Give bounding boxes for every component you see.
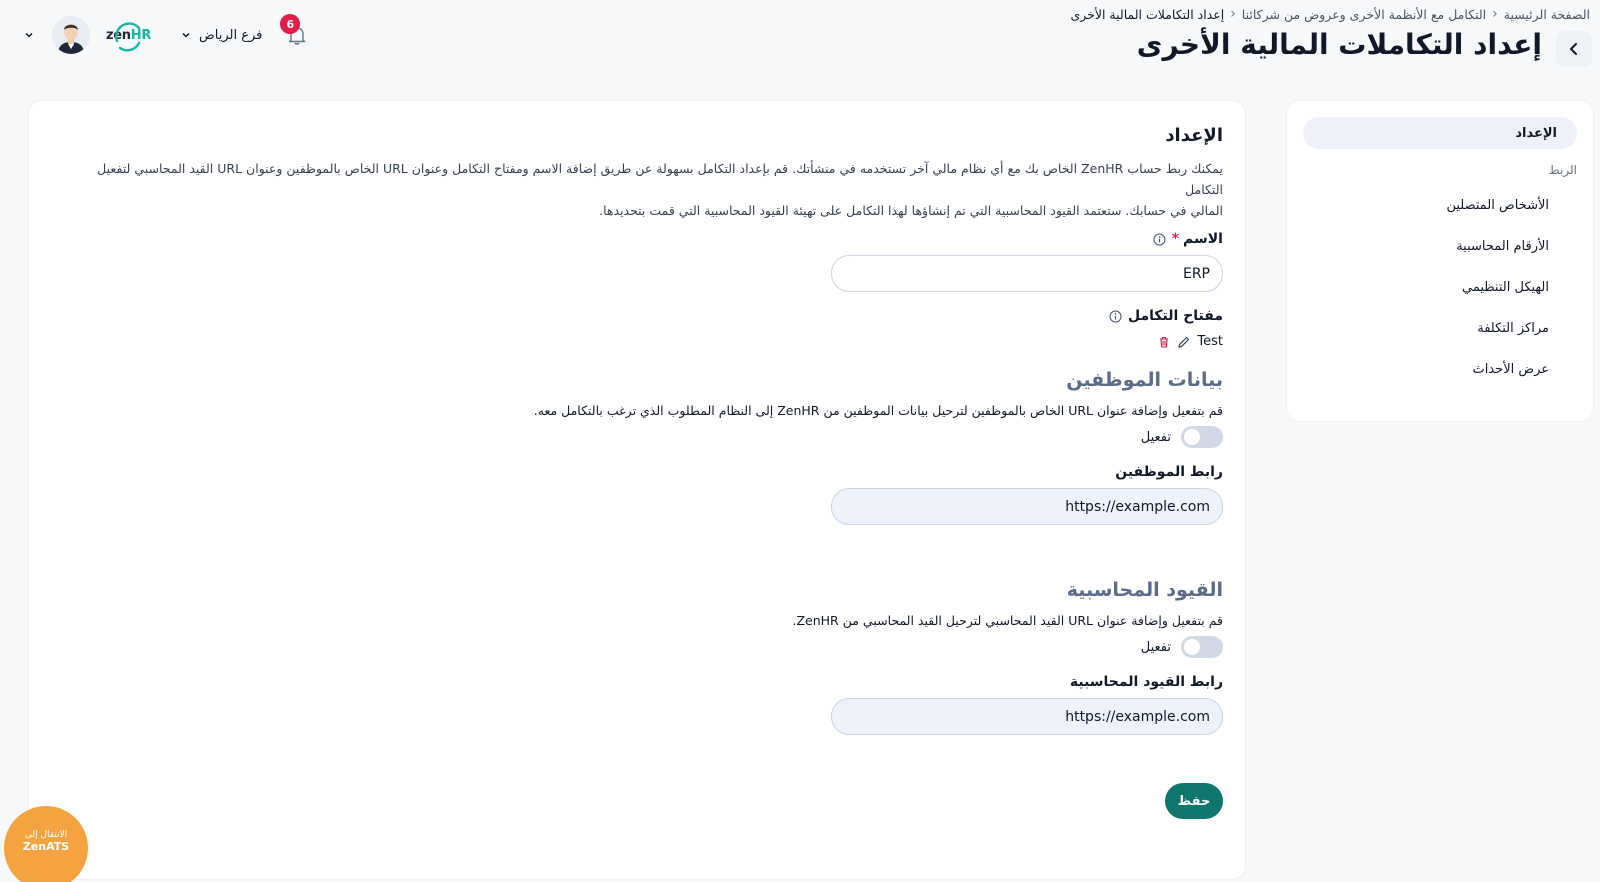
breadcrumb-current: إعداد التكاملات المالية الأخرى xyxy=(1070,6,1225,22)
sidebar-item-org-structure[interactable]: الهيكل التنظيمي xyxy=(1303,267,1577,308)
back-button[interactable] xyxy=(1556,31,1592,67)
setup-panel: الإعداد يمكنك ربط حساب ZenHR الخاص بك مع… xyxy=(28,100,1246,880)
chevron-left-icon: ‹ xyxy=(1492,6,1498,22)
integration-key-label: مفتاح التكامل xyxy=(75,308,1223,324)
chevron-left-icon: ‹ xyxy=(1230,6,1236,22)
logo-ring-icon xyxy=(115,21,141,51)
sidebar-item-account-numbers[interactable]: الأرقام المحاسبية xyxy=(1303,226,1577,267)
breadcrumb: الصفحة الرئيسية ‹ التكامل مع الأنظمة الأ… xyxy=(1070,6,1590,22)
employees-description: قم بتفعيل وإضافة عنوان URL الخاص بالموظف… xyxy=(533,403,1223,418)
sidebar-item-cost-centers[interactable]: مراكز التكلفة xyxy=(1303,308,1577,349)
journal-enable-toggle[interactable] xyxy=(1181,636,1223,658)
sidebar-group-label: الربط xyxy=(1548,163,1577,177)
sidebar-item-setup[interactable]: الإعداد xyxy=(1303,117,1577,149)
journal-url-label: رابط القيود المحاسبية xyxy=(1069,674,1223,690)
journal-description: قم بتفعيل وإضافة عنوان URL القيد المحاسب… xyxy=(792,613,1224,628)
branch-select[interactable]: فرع الرياض xyxy=(181,28,262,43)
employees-toggle-row: تفعيل xyxy=(75,426,1223,448)
zenhr-logo: zenHR xyxy=(106,21,151,51)
intro-text-line-1: يمكنك ربط حساب ZenHR الخاص بك مع أي نظام… xyxy=(97,161,1223,197)
info-icon[interactable] xyxy=(1109,310,1122,323)
name-input[interactable] xyxy=(831,255,1223,292)
avatar[interactable] xyxy=(52,16,90,54)
delete-trash-icon[interactable] xyxy=(1157,335,1171,349)
journal-url-input[interactable] xyxy=(831,698,1223,735)
employees-url-input[interactable] xyxy=(831,488,1223,525)
employees-url-label: رابط الموظفين xyxy=(1115,464,1223,480)
user-menu-chevron-down-icon[interactable] xyxy=(20,26,38,44)
breadcrumb-home-link[interactable]: الصفحة الرئيسية xyxy=(1504,7,1590,22)
info-icon[interactable] xyxy=(1153,233,1166,246)
edit-pencil-icon[interactable] xyxy=(1177,335,1191,349)
integration-key-value: Test xyxy=(1197,334,1223,349)
section-title: الإعداد xyxy=(1165,125,1223,146)
integration-key-row: Test xyxy=(75,334,1223,349)
chevron-left-icon xyxy=(1570,43,1577,55)
journal-section-title: القيود المحاسبية xyxy=(1066,579,1223,601)
intro-text-line-2: المالي في حسابك. ستعتمد القيود المحاسبية… xyxy=(599,203,1223,218)
employees-toggle-label: تفعيل xyxy=(1140,429,1171,445)
settings-sidebar: الإعداد الربط الأشخاص المتصلين الأرقام ا… xyxy=(1286,100,1594,422)
chevron-down-icon xyxy=(182,32,190,38)
zenats-name: ZenATS xyxy=(22,839,70,853)
name-field-label: الاسم * xyxy=(75,231,1223,247)
employees-section-title: بيانات الموظفين xyxy=(1066,369,1223,391)
journal-toggle-label: تفعيل xyxy=(1140,639,1171,655)
journal-toggle-row: تفعيل xyxy=(75,636,1223,658)
page-title: إعداد التكاملات المالية الأخرى xyxy=(1136,28,1542,61)
sidebar-item-connected-people[interactable]: الأشخاص المتصلين xyxy=(1303,185,1577,226)
breadcrumb-parent-link[interactable]: التكامل مع الأنظمة الأخرى وعروض من شركائ… xyxy=(1242,7,1486,22)
branch-label: فرع الرياض xyxy=(199,27,263,43)
required-asterisk: * xyxy=(1171,231,1180,247)
zenats-caption: الانتقال إلى xyxy=(24,829,68,840)
save-button[interactable]: حفظ xyxy=(1165,783,1223,819)
employees-enable-toggle[interactable] xyxy=(1181,426,1223,448)
sidebar-item-view-events[interactable]: عرض الأحداث xyxy=(1303,349,1577,390)
header-user-area: zenHR فرع الرياض 6 xyxy=(20,14,312,54)
switch-to-zenats-button[interactable]: الانتقال إلى ZenATS xyxy=(4,806,88,882)
notifications-button[interactable]: 6 xyxy=(280,14,312,50)
